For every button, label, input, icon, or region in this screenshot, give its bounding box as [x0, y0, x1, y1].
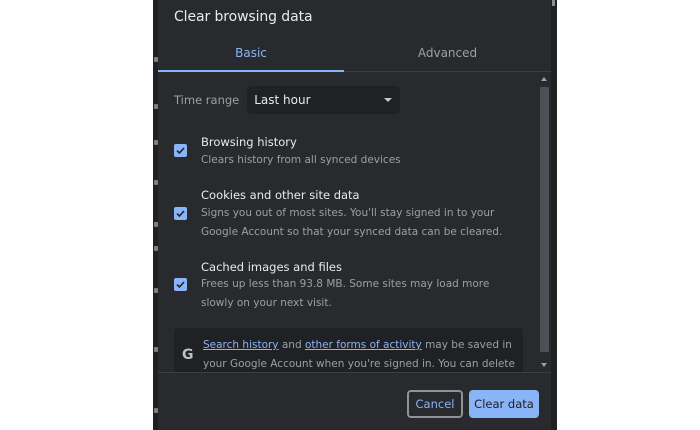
- cookies-title: Cookies and other site data: [201, 188, 360, 202]
- cached-images-checkbox[interactable]: [174, 278, 187, 291]
- google-activity-notice: G Search history and other forms of acti…: [174, 328, 523, 372]
- screenshot-stage: Clear browsing data Basic Advanced Time …: [0, 0, 700, 430]
- time-range-label: Time range: [174, 93, 240, 107]
- background-scroll-mark: [552, 0, 555, 6]
- tab-basic-label: Basic: [235, 46, 267, 60]
- scroll-up-arrow-icon[interactable]: [541, 77, 547, 81]
- scrollbar-thumb[interactable]: [540, 87, 549, 352]
- google-g-icon: G: [182, 347, 194, 363]
- time-range-row: Time range Last hour: [174, 86, 401, 114]
- time-range-value: Last hour: [254, 93, 311, 107]
- other-forms-of-activity-link[interactable]: other forms of activity: [305, 339, 422, 351]
- tab-advanced[interactable]: Advanced: [344, 36, 551, 71]
- tab-bar: Basic Advanced: [158, 36, 551, 72]
- google-notice-text: Search history and other forms of activi…: [203, 336, 521, 372]
- dialog-footer: Cancel Clear data: [158, 372, 551, 430]
- tab-basic[interactable]: Basic: [158, 36, 344, 72]
- scroll-down-arrow-icon[interactable]: [541, 363, 547, 367]
- cached-images-description: Frees up less than 93.8 MB. Some sites m…: [201, 278, 490, 309]
- search-history-link[interactable]: Search history: [203, 339, 279, 351]
- cookies-description: Signs you out of most sites. You'll stay…: [201, 207, 503, 238]
- checkmark-icon: [176, 210, 185, 218]
- tab-advanced-label: Advanced: [417, 46, 478, 60]
- browsing-history-title: Browsing history: [201, 135, 297, 149]
- checkmark-icon: [176, 147, 185, 155]
- background-browser-right: [551, 0, 557, 430]
- browsing-history-description: Clears history from all synced devices: [201, 154, 401, 166]
- notice-text-connector: and: [278, 339, 305, 351]
- clear-browsing-data-dialog: Clear browsing data Basic Advanced Time …: [158, 0, 551, 430]
- cancel-button[interactable]: Cancel: [407, 390, 463, 418]
- dropdown-caret-icon: [384, 98, 393, 102]
- dialog-title: Clear browsing data: [174, 9, 313, 25]
- clear-data-button[interactable]: Clear data: [469, 390, 539, 418]
- cached-images-title: Cached images and files: [201, 260, 342, 274]
- cookies-checkbox[interactable]: [174, 207, 187, 220]
- content-scrollbar[interactable]: [538, 72, 551, 372]
- time-range-select[interactable]: Last hour: [247, 86, 401, 114]
- browsing-history-checkbox[interactable]: [174, 144, 187, 157]
- checkmark-icon: [176, 281, 185, 289]
- dialog-content: Time range Last hour Browsing history Cl…: [158, 72, 538, 372]
